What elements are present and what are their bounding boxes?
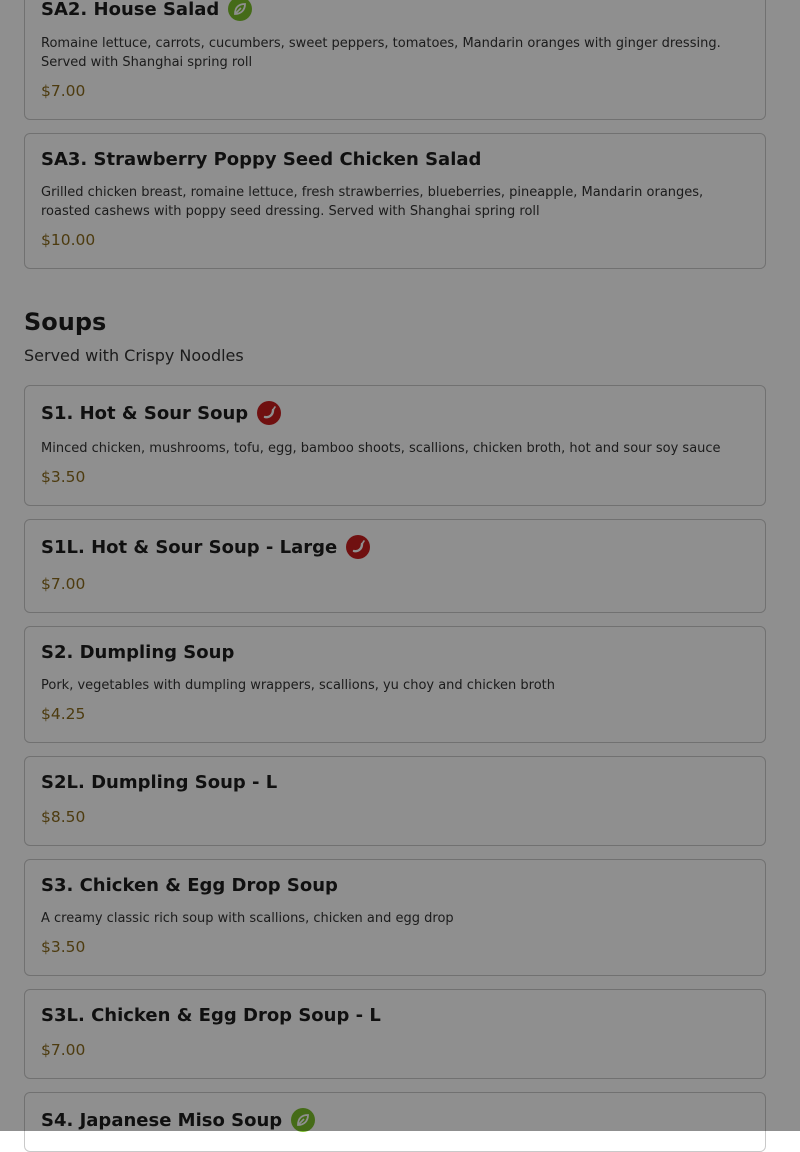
modal-backdrop-overlay[interactable] — [0, 0, 800, 1131]
